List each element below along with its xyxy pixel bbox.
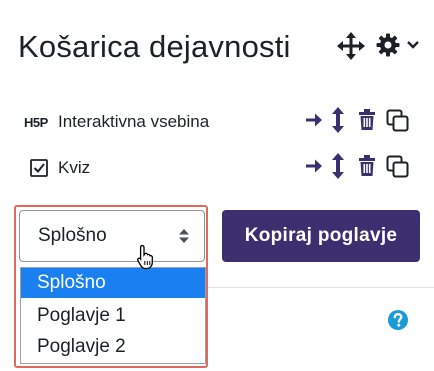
copy-section-button[interactable]: Kopiraj poglavje (222, 210, 420, 262)
h5p-icon: H5P (24, 115, 48, 130)
trash-icon[interactable] (358, 109, 376, 131)
activity-label: Interaktivna vsebina (58, 112, 210, 131)
dropdown-option-section-1[interactable]: Poglavje 1 (21, 301, 205, 331)
move-icon[interactable] (337, 32, 365, 60)
move-vertical-icon[interactable] (332, 107, 344, 133)
quiz-checkbox-icon (30, 159, 48, 177)
activity-label: Kviz (58, 158, 91, 177)
move-right-arrow-icon[interactable] (304, 110, 324, 130)
block-title: Košarica dejavnosti (18, 29, 291, 64)
chevron-down-icon[interactable] (406, 40, 420, 50)
duplicate-icon[interactable] (386, 155, 410, 179)
activity-tools (304, 152, 414, 180)
move-vertical-icon[interactable] (332, 153, 344, 179)
help-icon[interactable] (387, 309, 409, 331)
divider (206, 287, 434, 288)
gear-icon[interactable] (376, 33, 400, 57)
trash-icon[interactable] (358, 155, 376, 177)
move-right-arrow-icon[interactable] (304, 156, 324, 176)
section-select-dropdown: Splošno Poglavje 1 Poglavje 2 (20, 267, 206, 364)
section-select-value: Splošno (38, 225, 107, 246)
section-select[interactable]: Splošno (19, 210, 205, 262)
hand-cursor-icon (137, 244, 153, 270)
select-arrows-icon (179, 229, 189, 243)
dropdown-option-general[interactable]: Splošno (21, 268, 205, 298)
dropdown-option-section-2[interactable]: Poglavje 2 (21, 332, 205, 362)
duplicate-icon[interactable] (386, 109, 410, 133)
activity-tools (304, 106, 414, 134)
